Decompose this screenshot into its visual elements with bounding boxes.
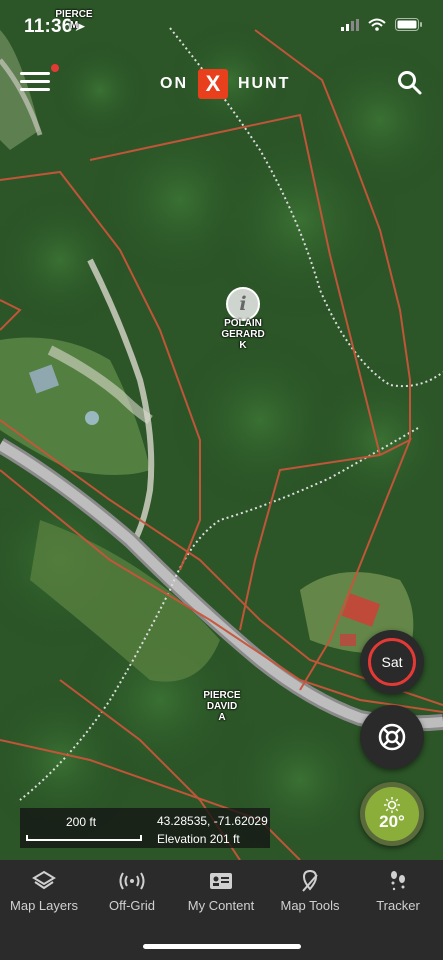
home-indicator[interactable] bbox=[143, 944, 301, 949]
basemap-label: Sat bbox=[368, 638, 416, 686]
logo-hunt: HUNT bbox=[238, 75, 291, 92]
compass-locate-icon bbox=[378, 723, 406, 751]
top-bar: ON X HUNT bbox=[0, 58, 443, 110]
weather-temperature: 20° bbox=[379, 812, 405, 831]
menu-button[interactable] bbox=[20, 64, 59, 94]
nav-map-tools[interactable]: Map Tools bbox=[266, 868, 354, 913]
weather-button[interactable]: 20° bbox=[360, 782, 424, 846]
scale-distance: 200 ft bbox=[66, 815, 97, 829]
info-marker-icon[interactable]: i bbox=[226, 287, 260, 321]
tracker-footprints-icon bbox=[354, 868, 442, 894]
map-tools-icon bbox=[266, 868, 354, 894]
coordinates-readout: 43.28535, -71.62029 bbox=[157, 814, 268, 828]
cellular-signal-icon bbox=[341, 18, 359, 31]
onx-hunt-logo: ON X HUNT bbox=[160, 68, 290, 100]
status-icons bbox=[341, 18, 423, 31]
parcel-owner-label[interactable]: PIERCE M bbox=[54, 9, 94, 31]
hamburger-icon-bar bbox=[20, 88, 50, 91]
nav-label: Map Layers bbox=[10, 898, 78, 913]
scale-bar bbox=[26, 835, 142, 841]
locate-button[interactable] bbox=[360, 705, 424, 769]
sun-icon bbox=[384, 797, 400, 813]
nav-off-grid[interactable]: Off-Grid bbox=[88, 868, 176, 913]
nav-label: Off-Grid bbox=[109, 898, 155, 913]
basemap-toggle-button[interactable]: Sat bbox=[360, 630, 424, 694]
parcel-owner-label[interactable]: PIERCE DAVID A bbox=[192, 690, 252, 723]
hamburger-icon bbox=[20, 72, 50, 75]
content-card-icon bbox=[176, 868, 266, 894]
weather-badge: 20° bbox=[365, 787, 419, 841]
nav-label: My Content bbox=[187, 898, 255, 913]
scale-coordinates-panel: 200 ft 43.28535, -71.62029 Elevation 201… bbox=[20, 808, 270, 848]
layers-icon bbox=[0, 868, 88, 894]
off-grid-signal-icon bbox=[88, 868, 176, 894]
nav-label: Map Tools bbox=[280, 898, 340, 913]
hamburger-icon-bar bbox=[20, 80, 50, 83]
nav-label: Tracker bbox=[376, 898, 420, 913]
battery-icon bbox=[395, 18, 422, 31]
elevation-readout: Elevation 201 ft bbox=[157, 832, 240, 846]
notification-dot bbox=[51, 64, 59, 72]
search-icon[interactable] bbox=[397, 70, 423, 96]
nav-my-content[interactable]: My Content bbox=[176, 868, 266, 913]
wifi-icon bbox=[368, 18, 386, 31]
logo-x-mark: X bbox=[198, 69, 228, 99]
logo-on: ON bbox=[160, 75, 188, 92]
nav-map-layers[interactable]: Map Layers bbox=[0, 868, 88, 913]
nav-tracker[interactable]: Tracker bbox=[354, 868, 442, 913]
parcel-owner-label[interactable]: POLAIN GERARD K bbox=[213, 318, 273, 351]
